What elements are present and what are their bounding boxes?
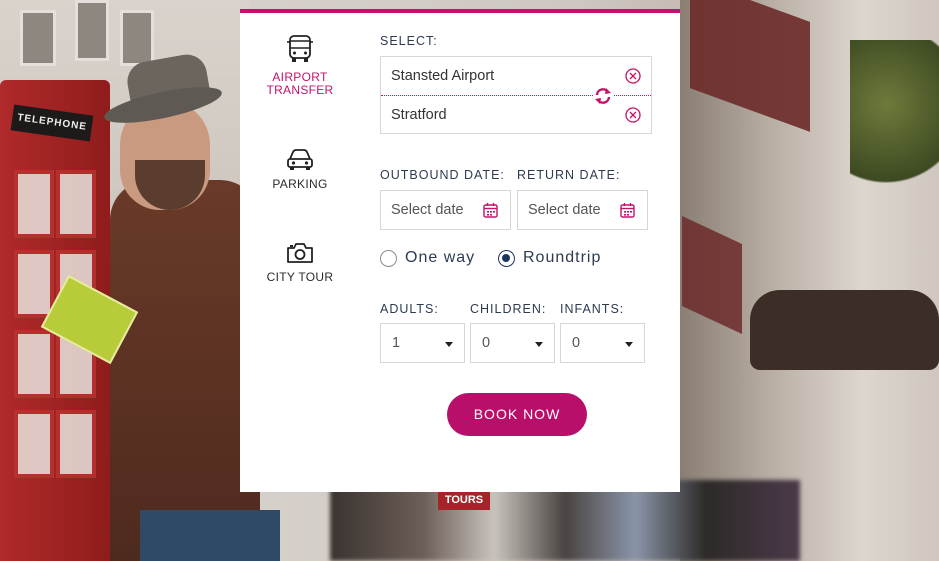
infants-label: INFANTS: — [560, 302, 625, 316]
phonebox-pane — [56, 410, 96, 478]
chevron-down-icon — [445, 342, 453, 347]
children-select[interactable]: 0 — [470, 323, 555, 363]
clear-pickup-icon[interactable] — [625, 68, 641, 84]
background-crowd — [330, 480, 800, 561]
children-label: CHILDREN: — [470, 302, 547, 316]
phonebox-pane — [14, 250, 54, 318]
calendar-icon — [620, 203, 635, 218]
adults-label: ADULTS: — [380, 302, 439, 316]
phonebox-pane — [56, 170, 96, 238]
one-way-radio[interactable]: One way — [380, 248, 490, 270]
phonebox-pane — [14, 330, 54, 398]
camera-icon — [287, 243, 313, 263]
sidebar-item-label: PARKING — [272, 177, 328, 191]
background-plants — [850, 40, 939, 200]
sidebar-item-city-tour[interactable]: CITY TOUR — [240, 241, 360, 301]
route-selector: Stansted Airport Stratford — [380, 56, 652, 134]
outbound-date-field[interactable]: Select date — [380, 190, 511, 230]
sidebar-item-parking[interactable]: PARKING — [240, 148, 360, 208]
radio-circle — [380, 250, 397, 267]
background-person-jeans — [140, 510, 280, 561]
clear-dropoff-icon[interactable] — [625, 107, 641, 123]
booking-widget: AIRPORT TRANSFER PARKING CITY TOUR SELEC… — [240, 9, 680, 492]
infants-select[interactable]: 0 — [560, 323, 645, 363]
radio-circle-selected — [498, 250, 515, 267]
sidebar-item-label: CITY TOUR — [266, 270, 334, 284]
adults-select[interactable]: 1 — [380, 323, 465, 363]
return-date-field[interactable]: Select date — [517, 190, 648, 230]
pickup-value: Stansted Airport — [391, 68, 495, 84]
phonebox-pane — [14, 410, 54, 478]
bus-icon — [287, 35, 313, 62]
infants-value: 0 — [572, 335, 581, 351]
background-tours-sign: TOURS — [438, 490, 490, 510]
swap-route-icon[interactable] — [593, 86, 613, 106]
background-planter — [750, 290, 939, 370]
sidebar-item-airport-transfer[interactable]: AIRPORT TRANSFER — [240, 33, 360, 117]
return-date-label: RETURN DATE: — [517, 168, 621, 182]
background-window — [20, 10, 56, 66]
sidebar-item-label: AIRPORT TRANSFER — [266, 70, 334, 97]
background-person-coat — [110, 180, 260, 561]
background-window — [75, 0, 109, 61]
roundtrip-radio[interactable]: Roundtrip — [498, 248, 618, 270]
chevron-down-icon — [625, 342, 633, 347]
book-now-button[interactable]: BOOK NOW — [447, 393, 587, 436]
dropoff-value: Stratford — [391, 107, 447, 123]
service-sidebar: AIRPORT TRANSFER PARKING CITY TOUR — [240, 13, 360, 492]
outbound-date-label: OUTBOUND DATE: — [380, 168, 505, 182]
background-window — [120, 10, 154, 66]
chevron-down-icon — [535, 342, 543, 347]
children-value: 0 — [482, 335, 491, 351]
radio-label: One way — [405, 249, 476, 266]
select-label: SELECT: — [380, 34, 438, 48]
phonebox-sign: TELEPHONE — [10, 104, 94, 142]
outbound-date-placeholder: Select date — [391, 202, 464, 218]
calendar-icon — [483, 203, 498, 218]
return-date-placeholder: Select date — [528, 202, 601, 218]
car-icon — [287, 149, 313, 170]
radio-label: Roundtrip — [523, 249, 602, 266]
adults-value: 1 — [392, 335, 401, 351]
phonebox-pane — [14, 170, 54, 238]
